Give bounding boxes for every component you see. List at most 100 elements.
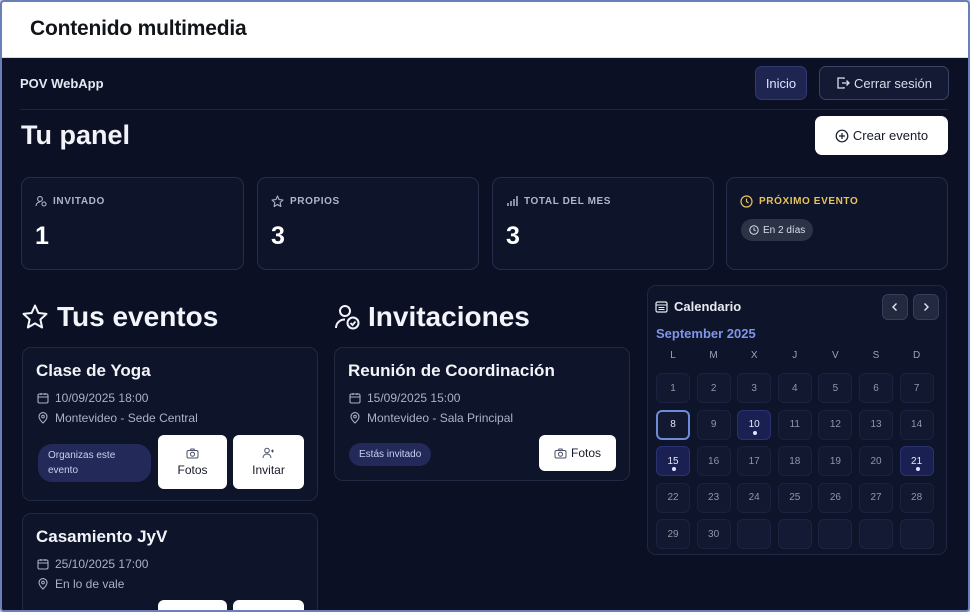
- calendar-day[interactable]: 4: [777, 373, 812, 403]
- stat-value: 1: [35, 222, 49, 250]
- create-event-button[interactable]: Crear evento: [815, 116, 948, 155]
- my-events-heading: Tus eventos: [21, 301, 218, 333]
- event-location: Montevideo - Sede Central: [55, 411, 198, 425]
- invitation-location: Montevideo - Sala Principal: [367, 411, 514, 425]
- calendar-day[interactable]: 27: [859, 482, 893, 513]
- event-title: Clase de Yoga: [36, 361, 151, 380]
- invitation-date: 15/09/2025 15:00: [367, 391, 461, 405]
- photos-button[interactable]: Fotos: [158, 435, 227, 489]
- calendar-day[interactable]: 9: [696, 409, 731, 440]
- chevron-right-icon: [924, 303, 929, 311]
- event-title: Casamiento JyV: [36, 527, 168, 546]
- event-card[interactable]: Casamiento JyV 25/10/2025 17:00 En lo de…: [22, 513, 318, 610]
- logout-button[interactable]: Cerrar sesión: [819, 66, 949, 100]
- calendar-empty-cell: [899, 519, 934, 549]
- clock-icon: [740, 195, 753, 208]
- calendar-day[interactable]: 16: [696, 446, 731, 476]
- calendar-day[interactable]: 23: [696, 482, 731, 513]
- logout-label: Cerrar sesión: [853, 75, 933, 91]
- calendar-day[interactable]: 2: [696, 373, 731, 403]
- stat-label: TOTAL DEL MES: [524, 195, 612, 207]
- create-event-label: Crear evento: [852, 128, 929, 143]
- header-divider: [20, 109, 948, 110]
- window-title: Contenido multimedia: [30, 17, 247, 40]
- next-event-time: En 2 días: [763, 224, 806, 236]
- calendar-empty-cell: [859, 519, 893, 549]
- calendar-day[interactable]: 24: [737, 482, 772, 513]
- calendar-day[interactable]: 14: [899, 409, 934, 440]
- calendar-day[interactable]: 21: [899, 446, 934, 476]
- star-icon: [271, 195, 284, 208]
- stat-card-invited: INVITADO 1: [21, 177, 244, 270]
- invitation-card[interactable]: Reunión de Coordinación 15/09/2025 15:00…: [334, 347, 630, 481]
- calendar-day[interactable]: 30: [696, 519, 731, 549]
- photos-button[interactable]: Fotos: [539, 435, 616, 471]
- invite-label: Invitar: [252, 463, 285, 477]
- calendar-day[interactable]: 28: [899, 482, 934, 513]
- calendar-day[interactable]: 6: [859, 373, 893, 403]
- calendar-day[interactable]: 18: [777, 446, 812, 476]
- event-date: 10/09/2025 18:00: [55, 391, 149, 405]
- calendar-empty-cell: [777, 519, 812, 549]
- calendar-day[interactable]: 17: [737, 446, 772, 476]
- calendar-day[interactable]: 25: [777, 482, 812, 513]
- event-card[interactable]: Clase de Yoga 10/09/2025 18:00 Montevide…: [22, 347, 318, 501]
- app-content: POV WebApp Inicio Cerrar sesión Tu panel…: [2, 58, 968, 610]
- calendar-day[interactable]: 29: [656, 519, 690, 549]
- user-icon: [35, 195, 47, 207]
- weekday-label: X: [750, 350, 758, 361]
- invitation-title: Reunión de Coordinación: [348, 361, 555, 380]
- stat-card-month-total: TOTAL DEL MES 3: [492, 177, 714, 270]
- calendar-day[interactable]: 22: [656, 482, 690, 513]
- calendar-day[interactable]: 7: [899, 373, 934, 403]
- camera-icon: [554, 448, 567, 459]
- camera-icon: [186, 448, 199, 459]
- calendar-day[interactable]: 1: [656, 373, 690, 403]
- chevron-left-icon: [892, 303, 897, 311]
- photos-label: Fotos: [570, 446, 601, 460]
- calendar-title: Calendario: [674, 299, 742, 314]
- clock-icon: [749, 225, 759, 235]
- calendar-day[interactable]: 13: [859, 409, 893, 440]
- calendar-day[interactable]: 15: [656, 446, 690, 476]
- photos-button[interactable]: [158, 600, 227, 610]
- calendar-icon: [349, 392, 361, 404]
- home-button[interactable]: Inicio: [755, 66, 807, 100]
- calendar-day[interactable]: 3: [737, 373, 772, 403]
- organizer-badge: Organizas este evento: [38, 444, 151, 482]
- calendar-icon: [37, 558, 49, 570]
- next-month-button[interactable]: [913, 294, 939, 320]
- page-title: Tu panel: [21, 120, 131, 150]
- prev-month-button[interactable]: [882, 294, 908, 320]
- calendar-day[interactable]: 12: [818, 409, 853, 440]
- stat-value: 3: [506, 222, 520, 250]
- invite-button[interactable]: Invitar: [233, 435, 304, 489]
- stat-value: 3: [271, 222, 285, 250]
- calendar-empty-cell: [737, 519, 772, 549]
- bar-chart-icon: [506, 195, 518, 207]
- user-check-icon: [334, 303, 360, 331]
- event-location: En lo de vale: [55, 577, 125, 591]
- calendar-day[interactable]: 8: [656, 409, 690, 440]
- weekday-label: M: [709, 350, 718, 361]
- stat-card-next-event: PRÓXIMO EVENTO En 2 días: [726, 177, 948, 270]
- location-pin-icon: [37, 412, 49, 424]
- stat-label: PRÓXIMO EVENTO: [759, 196, 859, 207]
- window-titlebar: Contenido multimedia: [2, 2, 968, 58]
- calendar-header: Calendario: [655, 299, 741, 314]
- weekday-label: S: [872, 350, 880, 361]
- location-pin-icon: [349, 412, 361, 424]
- calendar-day[interactable]: 5: [818, 373, 853, 403]
- invitations-heading: Invitaciones: [334, 301, 530, 333]
- event-date: 25/10/2025 17:00: [55, 557, 149, 571]
- brand-name[interactable]: POV WebApp: [20, 76, 104, 91]
- calendar-day[interactable]: 10: [737, 409, 772, 440]
- calendar-day[interactable]: 19: [818, 446, 853, 476]
- weekday-label: L: [670, 350, 676, 361]
- invite-button[interactable]: [233, 600, 304, 610]
- calendar-day[interactable]: 20: [859, 446, 893, 476]
- weekday-label: D: [912, 350, 921, 361]
- calendar-day[interactable]: 26: [818, 482, 853, 513]
- calendar-day[interactable]: 11: [777, 409, 812, 440]
- weekday-label: J: [792, 350, 798, 361]
